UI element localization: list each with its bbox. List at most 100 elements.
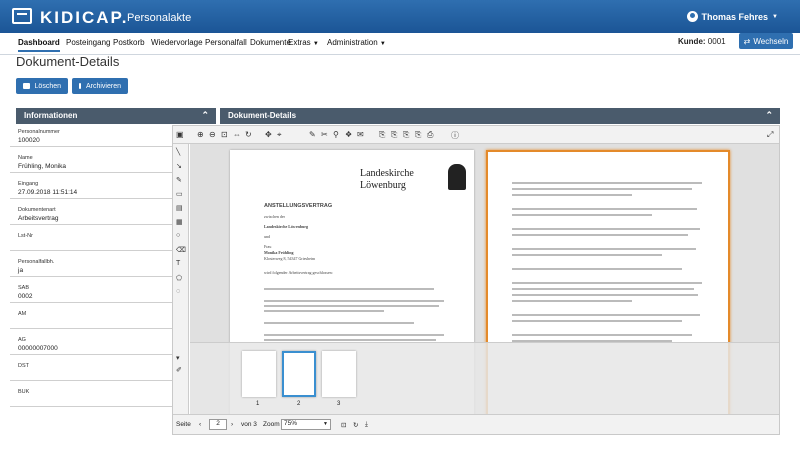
page-input[interactable]: 2	[209, 419, 227, 430]
note-icon[interactable]: ✉	[357, 130, 364, 139]
text-line	[512, 182, 702, 184]
zoom-out-icon[interactable]: ⊖	[209, 130, 216, 139]
text-line	[264, 305, 439, 307]
archive-label: Archivieren	[85, 82, 121, 90]
nav-extras-label: Extras	[288, 38, 311, 47]
zoom-label: Zoom	[263, 421, 280, 428]
rotate-icon[interactable]: ↻	[245, 130, 252, 139]
text-line	[512, 248, 696, 250]
info-panel-title: Informationen	[24, 111, 78, 120]
thumbnail-number: 3	[337, 401, 341, 407]
print-icon[interactable]: ⎙	[427, 130, 433, 140]
thumbnail-toggle-icon[interactable]: ▾	[176, 354, 180, 362]
draw-icon[interactable]: ✎	[309, 130, 316, 139]
text-line	[264, 339, 436, 341]
user-icon	[686, 11, 698, 22]
nav-wiedervorlage[interactable]: Wiedervorlage	[151, 38, 203, 47]
wechseln-label: Wechseln	[753, 36, 789, 46]
thumbnail-page-2[interactable]	[282, 351, 316, 397]
page-first-icon[interactable]: ⎘	[379, 130, 385, 140]
switch-icon: ⇄	[743, 36, 751, 46]
viewer-toolbar: ▣ ⊕ ⊖ ⊡ ⇔ ↻ ✥ ⌖ ✎ ✂ ⚲ ❖ ✉ ⎘ ⎘ ⎘ ⎘ ⎙ ⓘ ⤢	[173, 126, 779, 144]
arrow-icon[interactable]: ↘	[176, 162, 182, 170]
select-icon[interactable]: ⌖	[277, 130, 282, 140]
brand-name: KIDICAP.	[40, 8, 129, 27]
page-prev-button[interactable]: ‹	[199, 421, 201, 428]
thumbnail-page-1[interactable]	[242, 351, 276, 397]
pin-icon[interactable]: ✐	[176, 366, 182, 374]
nav-posteingang[interactable]: Posteingang	[66, 38, 110, 47]
text-line	[512, 228, 700, 230]
text-line	[512, 268, 682, 270]
chevron-down-icon: ▼	[379, 41, 386, 47]
text-line	[264, 334, 444, 336]
nav-administration-label: Administration	[327, 38, 378, 47]
stamp-icon[interactable]: ❖	[345, 130, 352, 139]
fit-page-icon[interactable]: ⊡	[341, 421, 346, 429]
nav-dokumente[interactable]: Dokumente	[250, 38, 291, 47]
page-label: Seite	[176, 421, 191, 428]
text-line	[512, 300, 632, 302]
marker-icon[interactable]: ✂	[321, 130, 328, 139]
kunde-display: Kunde: 0001	[678, 37, 726, 46]
delete-button[interactable]: Löschen	[16, 78, 68, 94]
trash-icon	[23, 83, 30, 89]
fit-width-icon[interactable]: ⇔	[233, 130, 241, 139]
doc-street: Klosterweg 8, 54347 Griesheim	[264, 256, 316, 261]
highlight-icon[interactable]: ▦	[176, 218, 183, 226]
download-icon[interactable]: ⤓	[365, 421, 368, 429]
doc-party1: Landeskirche Löwenburg	[264, 224, 309, 229]
text-line	[512, 294, 698, 296]
delete-label: Löschen	[34, 82, 61, 90]
text-line	[512, 282, 702, 284]
user-menu[interactable]: Thomas Fehres ▼	[686, 11, 778, 22]
wechseln-button[interactable]: ⇄ Wechseln	[739, 33, 793, 49]
pen-icon[interactable]: ✎	[176, 176, 182, 184]
text-line	[512, 208, 697, 210]
zoom-in-icon[interactable]: ⊕	[197, 130, 204, 139]
page-next-icon[interactable]: ⎘	[403, 130, 409, 140]
nav-postkorb[interactable]: Postkorb	[113, 38, 145, 47]
text-line	[264, 288, 434, 290]
pan-icon[interactable]: ✥	[265, 130, 272, 139]
text-line	[512, 314, 700, 316]
search-icon[interactable]: ⚲	[333, 130, 339, 139]
nav-personalfall[interactable]: Personalfall	[205, 38, 247, 47]
page-next-button[interactable]: ›	[231, 421, 233, 428]
chevron-up-icon: ⌃	[201, 110, 209, 120]
circle-icon[interactable]: ○	[176, 232, 180, 239]
polygon-icon[interactable]: ⬠	[176, 274, 182, 282]
chevron-down-icon: ▼	[323, 421, 328, 427]
line-icon[interactable]: ╲	[176, 148, 180, 156]
nav-extras[interactable]: Extras ▼	[288, 38, 319, 47]
text-line	[264, 322, 414, 324]
archive-button[interactable]: Archivieren	[72, 78, 128, 94]
eraser-icon[interactable]: ⌫	[176, 246, 186, 254]
thumbnail-number: 2	[297, 401, 301, 407]
details-panel-title: Dokument-Details	[228, 111, 297, 120]
save-icon[interactable]: ▣	[176, 130, 184, 139]
page-prev-icon[interactable]: ⎘	[391, 130, 397, 140]
text-line	[512, 254, 662, 256]
nav-administration[interactable]: Administration ▼	[327, 38, 386, 47]
fullscreen-icon[interactable]: ⤢	[767, 130, 773, 140]
nav-dashboard[interactable]: Dashboard	[18, 38, 60, 52]
text-icon[interactable]: T	[176, 260, 180, 267]
chevron-down-icon: ▼	[772, 13, 778, 20]
rotate-icon[interactable]: ↻	[353, 421, 358, 429]
details-panel-header[interactable]: Dokument-Details ⌃	[220, 108, 780, 124]
fit-page-icon[interactable]: ⊡	[221, 130, 228, 139]
lasso-icon[interactable]: ◌	[176, 288, 180, 295]
info-panel-header[interactable]: Informationen ⌃	[16, 108, 216, 124]
info-icon[interactable]: ⓘ	[451, 130, 459, 141]
document-viewer[interactable]: ▣ ⊕ ⊖ ⊡ ⇔ ↻ ✥ ⌖ ✎ ✂ ⚲ ❖ ✉ ⎘ ⎘ ⎘ ⎘ ⎙ ⓘ ⤢ …	[172, 125, 780, 435]
document-icon[interactable]: ▤	[176, 204, 183, 212]
rectangle-icon[interactable]: ▭	[176, 190, 183, 198]
page-last-icon[interactable]: ⎘	[415, 130, 421, 140]
doc-org-line1: Landeskirche	[360, 168, 414, 179]
doc-frau: Frau	[264, 244, 272, 249]
chevron-up-icon: ⌃	[765, 110, 773, 120]
page-count: von 3	[241, 421, 257, 428]
viewer-statusbar: Seite ‹ 2 › von 3 Zoom 75% ▼ ⊡ ↻ ⤓	[173, 414, 779, 434]
thumbnail-page-3[interactable]	[322, 351, 356, 397]
